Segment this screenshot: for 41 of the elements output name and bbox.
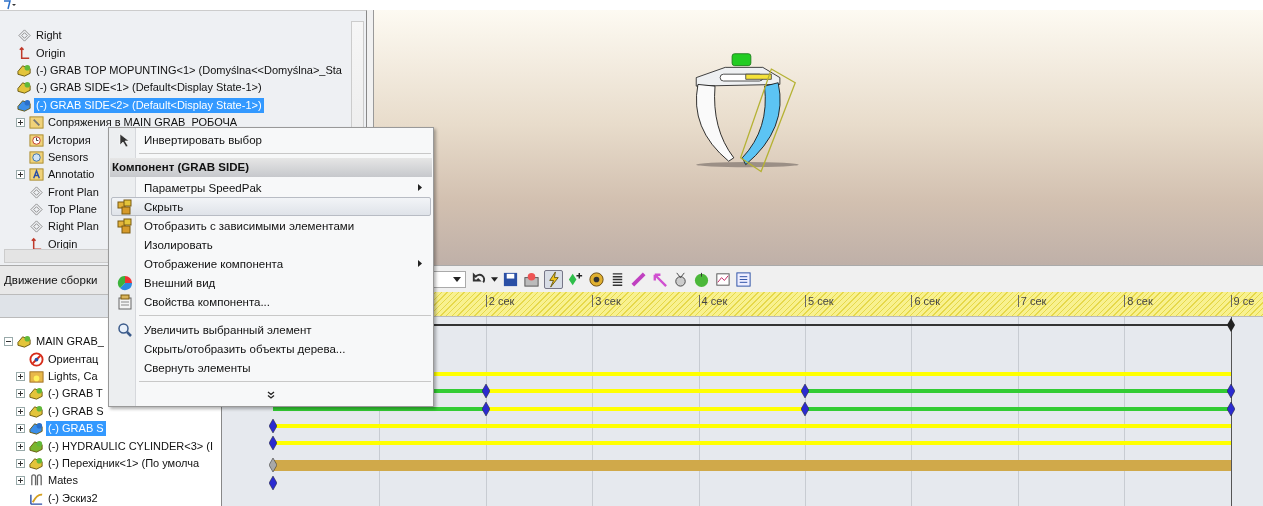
tree-item[interactable]: (-) Перехідник<1> (По умолча xyxy=(46,455,202,471)
time-label: 4 сек xyxy=(698,295,728,307)
tree-item[interactable]: История xyxy=(46,132,93,148)
tree-item[interactable]: Sensors xyxy=(46,149,91,165)
tree-item[interactable]: (-) GRAB T xyxy=(46,386,105,402)
menu-item[interactable]: Внешний вид xyxy=(111,273,431,292)
time-label: 6 сек xyxy=(911,295,940,307)
tree-item[interactable]: Ориентац xyxy=(46,351,101,367)
tree-item[interactable]: MAIN GRAB_ xyxy=(34,334,106,350)
tree-item[interactable]: (-) Эскиз2 xyxy=(46,490,100,506)
menu-item[interactable]: Свернуть элементы xyxy=(111,358,431,377)
tree-item[interactable]: Right Plan xyxy=(46,219,101,235)
menu-item[interactable]: Скрыть/отобразить объекты дерева... xyxy=(111,339,431,358)
menu-item[interactable]: Отображение компонента xyxy=(111,254,431,273)
tree-item[interactable]: (-) GRAB TOP MOPUNTING<1> (Domyślna<<Domyślna>_Sta xyxy=(34,62,344,78)
tree-item[interactable]: Lights, Ca xyxy=(46,368,100,384)
tree-item[interactable]: Front Plan xyxy=(46,184,101,200)
tree-item[interactable]: Сопряжения в MAIN GRAB_РОБОЧА xyxy=(46,115,240,131)
menu-item[interactable]: Параметры SpeedPak xyxy=(111,178,431,197)
time-label: 2 сек xyxy=(485,295,515,307)
time-label: 8 сек xyxy=(1124,295,1153,307)
menu-item[interactable]: Изолировать xyxy=(111,235,431,254)
menu-item[interactable]: Отобразить с зависимыми элементами xyxy=(111,216,431,235)
menu-header: Компонент (GRAB SIDE) xyxy=(110,158,432,177)
tree-item[interactable]: (-) GRAB S xyxy=(46,403,106,419)
menu-item[interactable]: Инвертировать выбор xyxy=(111,130,431,149)
time-label: 7 сек xyxy=(1017,295,1047,307)
time-label: 9 се xyxy=(1230,295,1255,307)
menu-item[interactable]: Увеличить выбранный элемент xyxy=(111,320,431,339)
tree-item[interactable]: (-) HYDRAULIC CYLINDER<3> (I xyxy=(46,438,216,454)
tree-item[interactable]: Top Plane xyxy=(46,202,99,218)
tree-item[interactable]: Annotatio xyxy=(46,167,97,183)
tree-item[interactable]: Right xyxy=(34,28,64,44)
menu-item[interactable]: Скрыть xyxy=(111,197,431,216)
tree-item[interactable]: Origin xyxy=(34,45,68,61)
tree-item[interactable]: Mates xyxy=(46,473,80,489)
tree-item[interactable]: (-) GRAB SIDE<1> (Default<Display State-1>) xyxy=(34,80,264,96)
time-label: 3 сек xyxy=(592,295,621,307)
tree-item[interactable]: Origin xyxy=(46,236,80,252)
time-label: 5 сек xyxy=(805,295,834,307)
motion-study-tab[interactable]: Движение сборки xyxy=(0,274,98,286)
